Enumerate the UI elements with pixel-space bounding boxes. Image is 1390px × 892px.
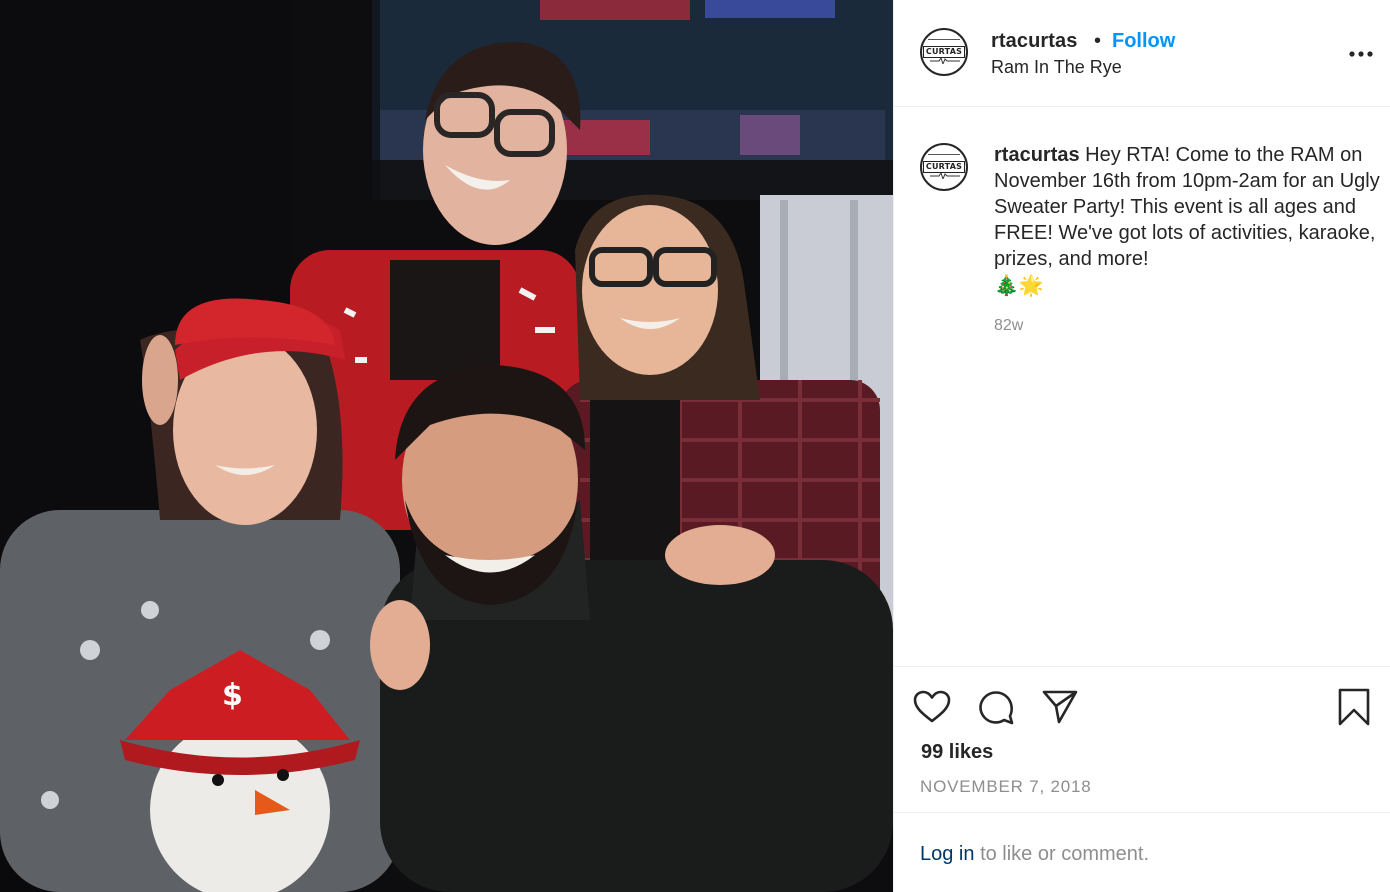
like-button[interactable] xyxy=(912,687,952,727)
post-date[interactable]: NOVEMBER 7, 2018 xyxy=(920,777,1092,797)
author-username[interactable]: rtacurtas xyxy=(991,30,1078,53)
login-prompt: Log in to like or comment. xyxy=(894,812,1390,892)
likes-count[interactable]: 99 likes xyxy=(921,741,993,764)
avatar-logo-text: CURTAS xyxy=(922,161,966,173)
caption-emojis: 🎄🌟 xyxy=(994,273,1044,297)
heartbeat-icon xyxy=(930,173,960,179)
post-header: CURTAS rtacurtas • Follow Ram In The Rye xyxy=(894,0,1390,107)
avatar-logo-text: CURTAS xyxy=(922,46,966,58)
instagram-post: $ CURTAS rtacurtas • Follow Ram In The R… xyxy=(0,0,1390,892)
share-button[interactable] xyxy=(1040,687,1080,727)
more-options-icon xyxy=(1349,51,1373,57)
comment-icon xyxy=(979,691,1014,725)
post-actions: 99 likes NOVEMBER 7, 2018 xyxy=(894,666,1390,812)
caption-username[interactable]: rtacurtas xyxy=(994,144,1080,166)
svg-text:$: $ xyxy=(222,678,243,713)
more-options-button[interactable] xyxy=(1346,40,1376,68)
post-caption: rtacurtas Hey RTA! Come to the RAM on No… xyxy=(994,142,1384,299)
avatar-logo-line xyxy=(928,154,960,157)
paper-plane-icon xyxy=(1042,690,1078,724)
caption-avatar[interactable]: CURTAS xyxy=(920,143,968,191)
post-side-panel: CURTAS rtacurtas • Follow Ram In The Rye xyxy=(893,0,1390,892)
heartbeat-icon xyxy=(930,58,960,64)
comment-button[interactable] xyxy=(976,687,1016,727)
post-age[interactable]: 82w xyxy=(994,317,1023,335)
post-photo[interactable]: $ xyxy=(0,0,893,892)
heart-icon xyxy=(913,690,951,723)
bookmark-icon xyxy=(1338,688,1370,726)
post-location[interactable]: Ram In The Rye xyxy=(991,57,1122,78)
login-prompt-text: Log in to like or comment. xyxy=(920,843,1149,866)
avatar-logo-line xyxy=(928,39,960,42)
header-separator: • xyxy=(1094,30,1102,52)
follow-button[interactable]: Follow xyxy=(1112,30,1175,53)
group-photo-illustration: $ xyxy=(0,0,893,892)
author-avatar[interactable]: CURTAS xyxy=(920,28,968,76)
login-link[interactable]: Log in xyxy=(920,843,975,865)
login-rest-text: to like or comment. xyxy=(980,843,1150,865)
save-button[interactable] xyxy=(1334,687,1374,727)
